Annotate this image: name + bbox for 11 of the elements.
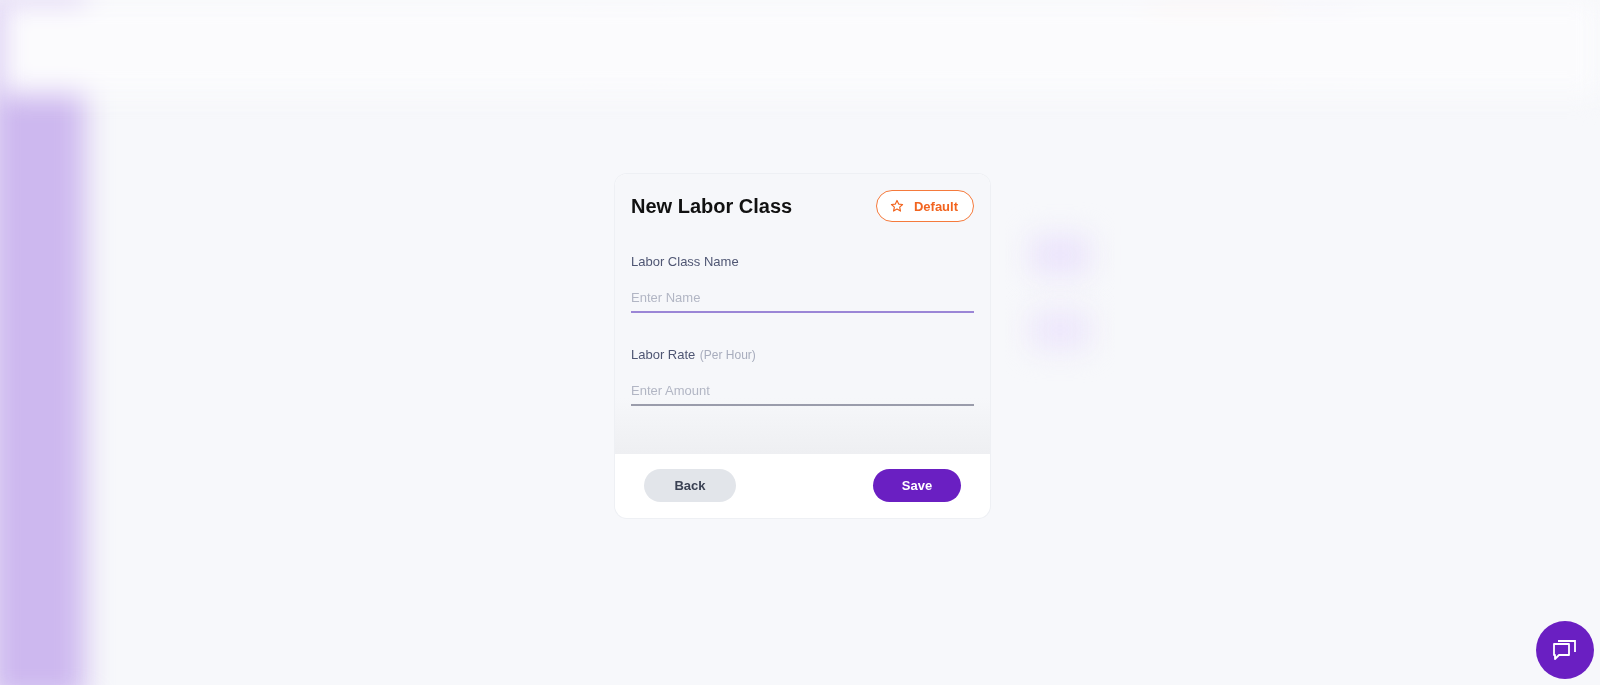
- field-label: Labor Rate: [631, 347, 696, 362]
- star-icon: [889, 199, 904, 213]
- chat-button[interactable]: [1536, 621, 1594, 679]
- field-label: Labor Class Name: [631, 254, 739, 269]
- input-field[interactable]: Enter Amount: [631, 379, 974, 406]
- input-field[interactable]: Enter Name: [631, 286, 974, 313]
- field-hint: (Per Hour): [699, 348, 756, 362]
- save-button[interactable]: Save: [873, 469, 961, 502]
- dialog-title: New Labor Class: [631, 194, 793, 218]
- back-button[interactable]: Back: [644, 469, 736, 502]
- chat-icon: [1552, 638, 1578, 662]
